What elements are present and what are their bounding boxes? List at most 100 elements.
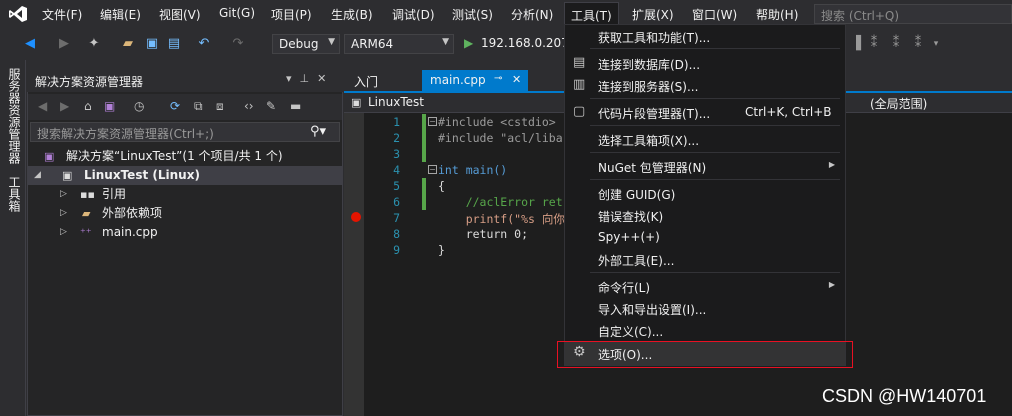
new-item-icon[interactable]: ✦ (86, 36, 102, 52)
undo-icon[interactable]: ↶ (196, 36, 212, 52)
breakpoint-icon[interactable] (351, 212, 361, 222)
menu-edit[interactable]: 编辑(E) (100, 6, 141, 23)
redo-icon[interactable]: ↷ (230, 36, 246, 52)
tab-getting-started[interactable]: 入门 (346, 70, 386, 92)
forward-icon[interactable]: ▶ (60, 99, 69, 113)
platform-select[interactable]: ARM64 ▼ (344, 34, 454, 54)
tab-server-explorer[interactable]: 服务器资源管理器 (6, 68, 23, 164)
nav-scope-dropdown[interactable]: (全局范围) (870, 95, 927, 112)
menu-view[interactable]: 视图(V) (159, 6, 201, 23)
menu-item-import-export[interactable]: 导入和导出设置(I)... (565, 297, 845, 319)
menu-item-create-guid[interactable]: 创建 GUID(G) (565, 182, 845, 204)
menu-git[interactable]: Git(G) (219, 6, 255, 20)
platform-value: ARM64 (351, 37, 394, 51)
code-view-icon[interactable]: ‹› (244, 99, 254, 113)
open-folder-icon[interactable]: ▰ (120, 36, 136, 52)
menu-item-error-lookup[interactable]: 错误查找(K) (565, 204, 845, 226)
save-icon[interactable]: ▣ (144, 36, 160, 52)
toolbar-icon[interactable]: ⁑ (888, 36, 904, 52)
menu-item-connect-database[interactable]: ▤ 连接到数据库(D)... (565, 52, 845, 74)
menu-separator (590, 272, 840, 273)
search-input[interactable]: 搜索 (Ctrl+Q) (814, 4, 1012, 24)
snippet-icon: ▢ (573, 104, 586, 119)
collapsed-arrow-icon[interactable]: ▷ (60, 223, 67, 242)
sync-icon[interactable]: ⟳ (170, 99, 180, 113)
tree-references-label: 引用 (102, 187, 127, 201)
properties-icon[interactable]: ✎ (266, 99, 276, 113)
code-line: //aclError ret (438, 195, 563, 209)
tree-external-deps[interactable]: ▷ ▰ 外部依赖项 (28, 204, 342, 223)
chevron-down-icon: ▼ (328, 37, 335, 47)
preview-icon[interactable]: ▬ (290, 99, 301, 113)
solution-search-input[interactable]: 搜索解决方案资源管理器(Ctrl+;) (30, 122, 340, 142)
fold-icon[interactable]: − (428, 117, 437, 126)
home-icon[interactable]: ⌂ (84, 99, 92, 113)
menu-project[interactable]: 项目(P) (271, 6, 312, 23)
fold-icon[interactable]: − (428, 165, 437, 174)
pin-icon[interactable]: ⊸ (494, 73, 502, 84)
code-line: { (438, 179, 445, 193)
tree-main-file[interactable]: ▷ ⁺⁺ main.cpp (28, 223, 342, 242)
menu-window[interactable]: 窗口(W) (692, 6, 737, 23)
menu-item-label: 外部工具(E)... (598, 254, 675, 268)
back-icon[interactable]: ◀ (38, 99, 47, 113)
close-icon[interactable]: ✕ (512, 73, 521, 86)
menu-item-get-tools[interactable]: 获取工具和功能(T)... (565, 25, 845, 47)
menu-item-snippets-manager[interactable]: ▢ 代码片段管理器(T)... Ctrl+K, Ctrl+B (565, 101, 845, 123)
back-icon[interactable]: ◀ (22, 36, 38, 52)
solution-explorer-panel (27, 68, 343, 416)
menu-debug[interactable]: 调试(D) (392, 6, 435, 23)
search-icon[interactable]: ⚲▾ (310, 124, 326, 139)
menu-analyze[interactable]: 分析(N) (511, 6, 553, 23)
menu-item-command-line[interactable]: 命令行(L) ▶ (565, 275, 845, 297)
run-target-label[interactable]: 192.168.0.207 (481, 36, 569, 50)
toolbar-icon[interactable]: ▐ (848, 36, 864, 52)
configuration-select[interactable]: Debug ▼ (272, 34, 340, 54)
panel-window-controls-icon[interactable]: ▾⊥✕ (286, 72, 334, 85)
project-icon: ▣ (351, 96, 362, 109)
collapsed-arrow-icon[interactable]: ▷ (60, 204, 67, 223)
watermark: CSDN @HW140701 (822, 386, 987, 406)
code-line: printf("%s 向你 (438, 212, 565, 226)
menu-test[interactable]: 测试(S) (452, 6, 493, 23)
nav-project-dropdown[interactable]: LinuxTest (368, 95, 424, 109)
toolbar-overflow-icon[interactable]: ▾ (928, 36, 944, 52)
menu-separator (590, 179, 840, 180)
menu-item-choose-toolbox[interactable]: 选择工具箱项(X)... (565, 128, 845, 150)
tree-references[interactable]: ▷ ▪▪ 引用 (28, 185, 342, 204)
breakpoint-margin[interactable] (344, 113, 364, 416)
tree-solution-label: 解决方案“LinuxTest”(1 个项目/共 1 个) (66, 149, 283, 163)
tree-solution[interactable]: ▣ 解决方案“LinuxTest”(1 个项目/共 1 个) (28, 147, 342, 166)
menu-item-label: 导入和导出设置(I)... (598, 303, 707, 317)
switch-views-icon[interactable]: ▣ (104, 99, 115, 113)
run-icon[interactable]: ▶ (464, 36, 473, 50)
line-number: 6 (393, 195, 400, 209)
menu-item-external-tools[interactable]: 外部工具(E)... (565, 248, 845, 270)
show-all-files-icon[interactable]: ⧈ (216, 99, 224, 114)
menu-item-spy[interactable]: Spy++(+) (565, 226, 845, 248)
menu-item-connect-server[interactable]: ▥ 连接到服务器(S)... (565, 74, 845, 96)
code-line: #include <cstdio> (438, 115, 556, 129)
menu-help[interactable]: 帮助(H) (756, 6, 798, 23)
menu-item-nuget[interactable]: NuGet 包管理器(N) ▶ (565, 155, 845, 177)
pending-changes-icon[interactable]: ◷ (134, 99, 144, 113)
menu-extensions[interactable]: 扩展(X) (632, 6, 674, 23)
expanded-arrow-icon[interactable]: ◢ (34, 166, 41, 185)
forward-icon[interactable]: ▶ (56, 36, 72, 52)
collapse-all-icon[interactable]: ⧉ (194, 99, 203, 114)
code-line: int main() (438, 163, 508, 177)
line-number: 1 (393, 115, 400, 129)
toolbar-icon[interactable]: ⁑ (866, 36, 882, 52)
tab-toolbox[interactable]: 工具箱 (6, 176, 23, 212)
tree-project[interactable]: ◢ ▣ LinuxTest (Linux) (28, 166, 342, 185)
menu-item-customize[interactable]: 自定义(C)... (565, 319, 845, 341)
line-number: 8 (393, 227, 400, 241)
collapsed-arrow-icon[interactable]: ▷ (60, 185, 67, 204)
menu-build[interactable]: 生成(B) (331, 6, 373, 23)
toolbar-icon[interactable]: ⁑ (910, 36, 926, 52)
line-number: 9 (393, 243, 400, 257)
menu-file[interactable]: 文件(F) (42, 6, 82, 23)
save-all-icon[interactable]: ▤ (166, 36, 182, 52)
menu-item-shortcut: Ctrl+K, Ctrl+B (745, 105, 832, 119)
tab-main-cpp[interactable]: main.cpp ⊸ ✕ (422, 70, 528, 92)
